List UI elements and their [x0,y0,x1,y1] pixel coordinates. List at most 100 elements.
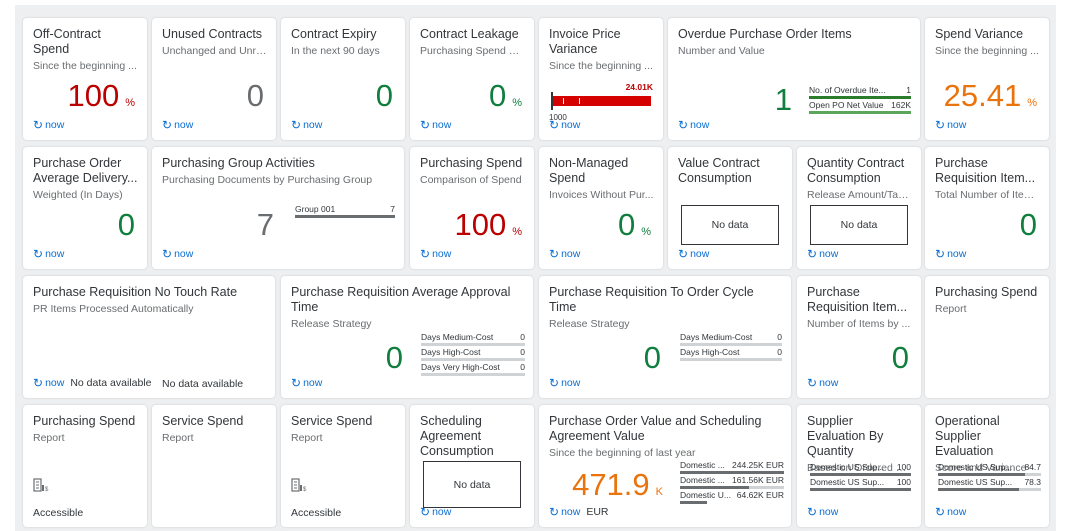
refresh-link[interactable]: ↻ now EUR [549,505,609,519]
tile-pr-items-by-number[interactable]: Purchase Requisition Item... Number of I… [797,276,921,398]
tile-subtitle: Purchasing Documents by Purchasing Group [162,174,373,186]
list-item: Domestic ... 161.56K EUR [680,475,784,485]
tile-po-value-scheduling-agreement[interactable]: Purchase Order Value and Scheduling Agre… [539,405,791,527]
tile-title: Purchase Requisition Item... [807,285,908,314]
accessible-label: Accessible [291,507,342,519]
refresh-link[interactable]: ↻ now [678,247,709,261]
tile-title: Spend Variance [935,27,1024,41]
refresh-link[interactable]: ↻ now [549,376,580,390]
tile-subtitle: Report [162,432,194,444]
kpi-value: 0 [643,340,661,375]
refresh-link[interactable]: ↻ now [162,118,193,132]
kpi-value: 25.41% [943,78,1037,113]
no-data-box: No data [681,205,779,245]
tile-title: Operational Supplier Evaluation [935,414,1000,458]
refresh-link[interactable]: ↻ now [549,247,580,261]
tile-contract-expiry[interactable]: Contract Expiry In the next 90 days 0 ↻ n… [281,18,405,140]
tile-value-contract-consumption[interactable]: Value Contract Consumption No data ↻ now [668,147,792,269]
tile-quantity-contract-consumption[interactable]: Quantity Contract Consumption Release Am… [797,147,921,269]
refresh-link[interactable]: ↻ now [678,118,709,132]
refresh-link[interactable]: ↻ now [549,118,580,132]
tile-pr-no-touch-rate[interactable]: Purchase Requisition No Touch Rate PR It… [23,276,275,398]
bar-tick [579,98,580,104]
kpi-scale: K [655,486,663,498]
refresh-link[interactable]: ↻ now [162,247,193,261]
tile-subtitle: Release Strategy [549,318,630,330]
tile-scheduling-agreement-consumption[interactable]: Scheduling Agreement Consumption No data… [410,405,534,527]
tile-subtitle: Invoices Without Pur... [549,189,654,201]
list-bar-fill [810,488,911,491]
tile-purchase-requisition-item-total[interactable]: Purchase Requisition Item... Total Numbe… [925,147,1049,269]
tile-purchasing-spend-report-2[interactable]: Purchasing Spend Report $ Accessible [23,405,147,527]
tile-title: Purchase Requisition Average Approval Ti… [291,285,511,314]
kpi-value: 0 [891,340,909,375]
tile-service-spend-2[interactable]: Service Spend Report $ Accessible [281,405,405,527]
tile-unused-contracts[interactable]: Unused Contracts Unchanged and Unre... 0… [152,18,276,140]
tile-title: Service Spend [291,414,373,428]
tile-subtitle: In the next 90 days [291,45,380,57]
list-bar-fill [680,486,749,489]
refresh-icon: ↻ [678,118,689,132]
refresh-link[interactable]: ↻ now [807,505,838,519]
tile-purchasing-group-activities[interactable]: Purchasing Group Activities Purchasing D… [152,147,404,269]
kpi-value: 0% [488,78,522,113]
refresh-link[interactable]: ↻ now [420,118,451,132]
tile-subtitle: Number and Value [678,45,765,57]
launchpad-board: Off-Contract Spend Since the beginning .… [15,5,1056,531]
bar-axis [551,92,553,110]
tile-subtitle: Release Amount/Targ... [807,189,912,201]
tile-contract-leakage[interactable]: Contract Leakage Purchasing Spend wi... … [410,18,534,140]
refresh-link[interactable]: ↻ now [420,505,451,519]
refresh-link[interactable]: ↻ now [33,247,64,261]
tile-title: Contract Leakage [420,27,519,41]
refresh-link[interactable]: ↻ now No data available [33,376,151,390]
list-item: Open PO Net Value 162K [809,100,911,110]
tile-title: Non-Managed Spend [549,156,629,185]
tile-title: Purchase Order Average Delivery... [33,156,138,185]
tile-purchasing-spend-report[interactable]: Purchasing Spend Report [925,276,1049,398]
tile-title: Supplier Evaluation By Quantity [807,414,884,458]
tile-spend-variance[interactable]: Spend Variance Since the beginning ... 2… [925,18,1049,140]
tile-purchasing-spend-comparison[interactable]: Purchasing Spend Comparison of Spend 100… [410,147,534,269]
tile-operational-supplier-evaluation[interactable]: Operational Supplier Evaluation Score an… [925,405,1049,527]
list-bar [938,488,1041,491]
tile-non-managed-spend[interactable]: Non-Managed Spend Invoices Without Pur..… [539,147,663,269]
refresh-link[interactable]: ↻ now [420,247,451,261]
tile-supplier-evaluation-quantity[interactable]: Supplier Evaluation By Quantity Based on… [797,405,921,527]
refresh-icon: ↻ [33,247,44,261]
refresh-icon: ↻ [549,118,560,132]
tile-invoice-price-variance[interactable]: Invoice Price Variance Since the beginni… [539,18,663,140]
tile-subtitle: Comparison of Spend [420,174,522,186]
kpi-value: 0 [117,207,135,242]
refresh-link[interactable]: ↻ now [291,376,322,390]
refresh-icon: ↻ [678,247,689,261]
tile-service-spend-1[interactable]: Service Spend Report [152,405,276,527]
report-icon: $ [33,477,51,496]
list-bar [680,471,784,474]
tile-title: Unused Contracts [162,27,263,41]
no-data-box: No data [423,461,521,508]
list-item: Days Very High-Cost 0 [421,362,525,372]
refresh-link[interactable]: ↻ now [807,247,838,261]
bar-tick [563,98,564,104]
tile-overdue-po-items[interactable]: Overdue Purchase Order Items Number and … [668,18,920,140]
tile-po-average-delivery[interactable]: Purchase Order Average Delivery... Weigh… [23,147,147,269]
refresh-link[interactable]: ↻ now [935,118,966,132]
tile-pr-average-approval-time[interactable]: Purchase Requisition Average Approval Ti… [281,276,533,398]
approval-list: Days Medium-Cost 0 Days High-Cost 0 Days V… [421,332,525,377]
refresh-link[interactable]: ↻ now [807,376,838,390]
refresh-icon: ↻ [291,118,302,132]
cycle-list: Days Medium-Cost 0 Days High-Cost 0 [680,332,782,362]
footer-status: No data available [70,377,152,389]
tile-title: Purchase Requisition To Order Cycle Time [549,285,754,314]
refresh-link[interactable]: ↻ now [935,247,966,261]
list-item: Days High-Cost 0 [421,347,525,357]
list-item: Domestic US Sup... 84.7 [938,462,1041,472]
list-item: No. of Overdue Ite... 1 [809,85,911,95]
tile-pr-to-order-cycle-time[interactable]: Purchase Requisition To Order Cycle Time… [539,276,791,398]
tile-title: Purchasing Spend [935,285,1038,299]
refresh-link[interactable]: ↻ now [33,118,64,132]
tile-off-contract-spend[interactable]: Off-Contract Spend Since the beginning .… [23,18,147,140]
refresh-link[interactable]: ↻ now [935,505,966,519]
refresh-link[interactable]: ↻ now [291,118,322,132]
